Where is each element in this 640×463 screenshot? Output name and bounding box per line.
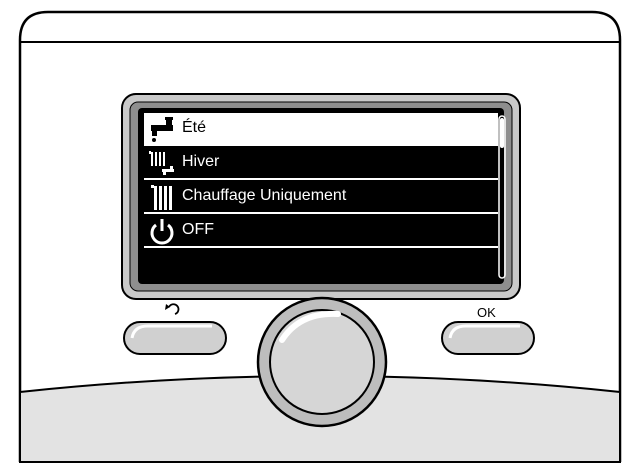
menu-divider (144, 144, 498, 146)
menu-item-label: Été (182, 119, 207, 136)
scrollbar-thumb[interactable] (500, 118, 504, 148)
menu-item-label: OFF (182, 221, 214, 238)
ok-button-label: OK (477, 305, 496, 320)
menu-item-heating-only[interactable]: Chauffage Uniquement (144, 181, 498, 212)
menu-divider (144, 246, 498, 248)
summer-tap-icon (151, 117, 173, 142)
radiator-icon (151, 185, 172, 210)
menu-item-label: Chauffage Uniquement (182, 187, 347, 204)
menu-item-winter[interactable]: Hiver (144, 147, 498, 178)
power-icon (150, 219, 174, 245)
winter-radiator-tap-icon (149, 151, 174, 175)
menu-item-off[interactable]: OFF (144, 215, 498, 246)
menu-item-summer[interactable]: Été (144, 113, 498, 144)
menu-item-label: Hiver (182, 153, 220, 170)
menu-divider (144, 178, 498, 180)
menu-divider (144, 212, 498, 214)
